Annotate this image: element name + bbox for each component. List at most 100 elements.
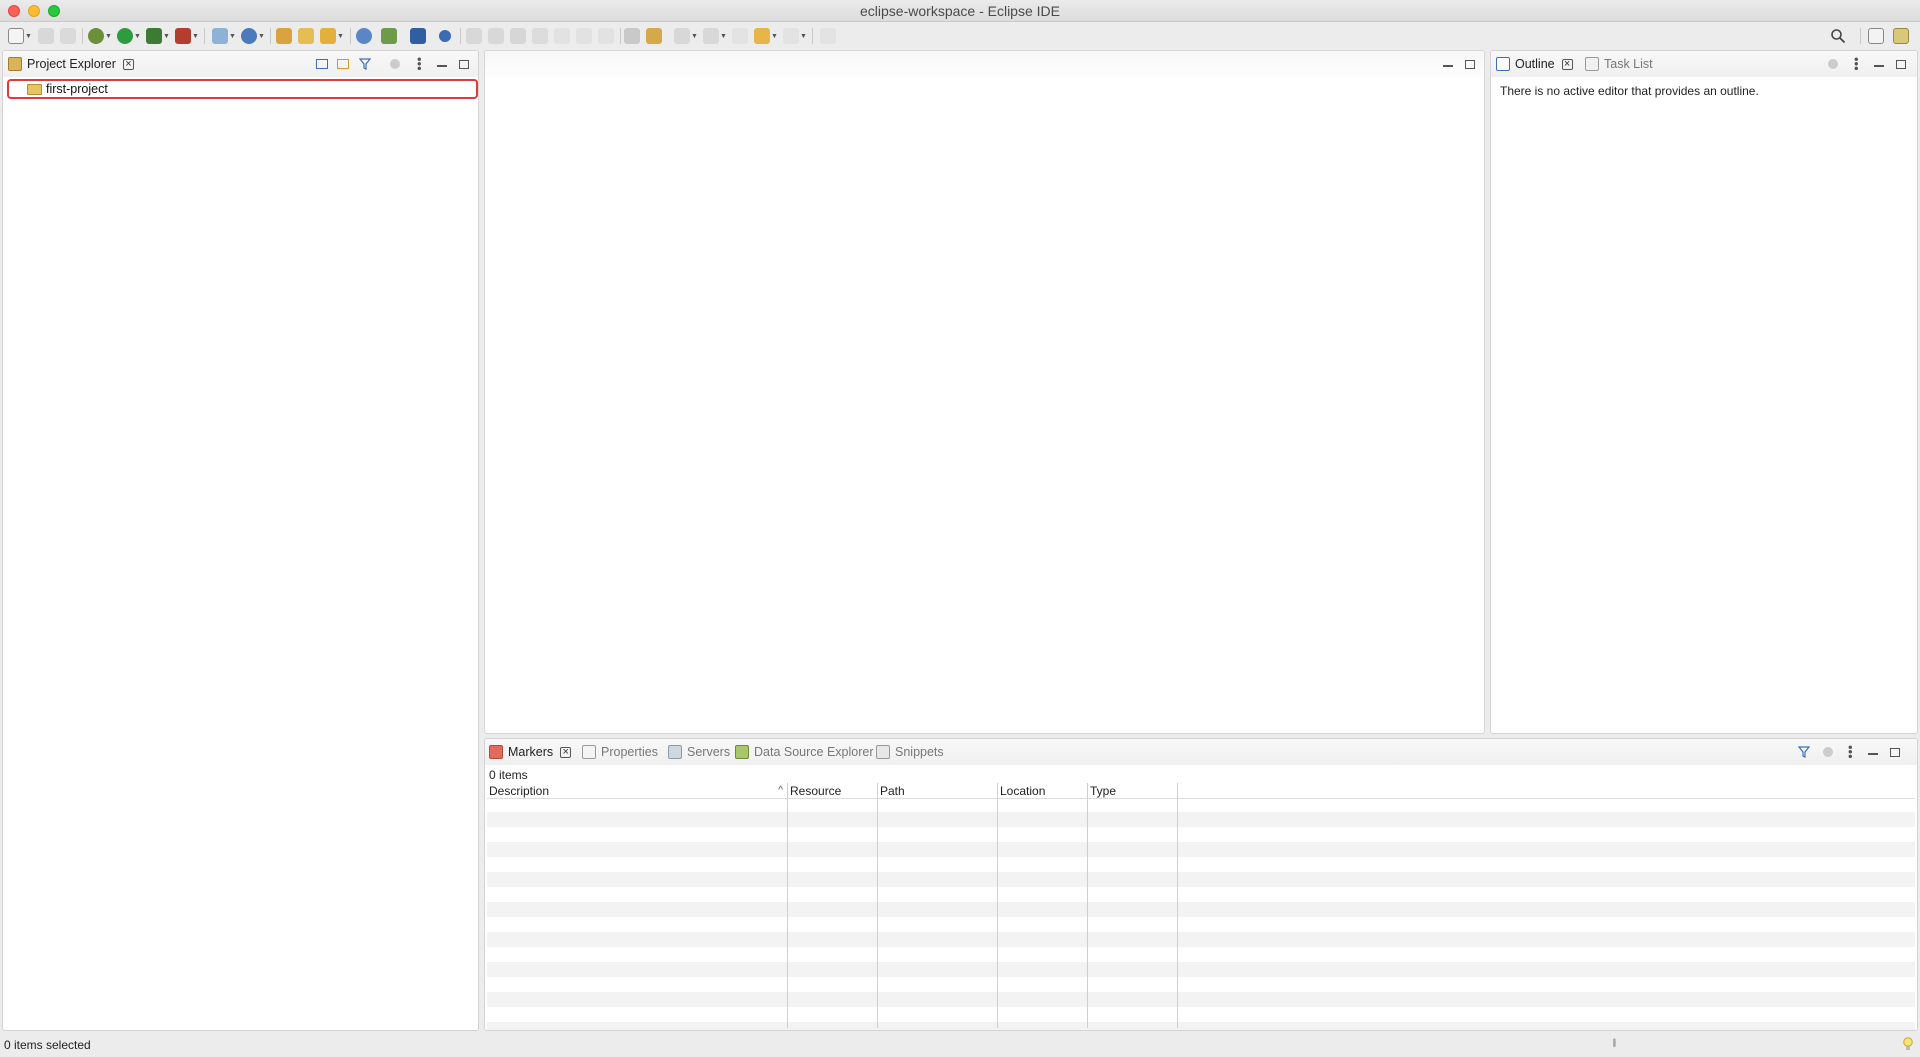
close-tab-icon[interactable]: × [122,58,134,70]
minimize-editor-icon[interactable] [1441,57,1455,71]
editor-header [485,51,1484,77]
terminate-button[interactable] [510,27,526,45]
coverage-icon [146,28,162,44]
open-perspective-button[interactable] [1868,27,1884,45]
column-label: Resource [790,784,842,798]
tab-servers[interactable]: Servers [668,739,730,765]
task-list-icon [1585,57,1599,71]
back-button[interactable]: ▼ [754,27,778,45]
view-menu-icon[interactable]: ••• [1849,57,1864,71]
search-menu-button[interactable]: ▼ [320,27,344,45]
column-path[interactable]: Path [878,783,997,799]
new-server-button[interactable]: ▼ [241,27,265,45]
open-type-icon [276,28,292,44]
focus-task-icon[interactable] [1821,745,1835,759]
outline-header: Outline × Task List ••• [1491,51,1917,77]
focus-task-icon[interactable] [388,57,402,71]
toolbar-separator [460,28,461,44]
search-toolbar-button[interactable] [1830,27,1846,45]
maximize-view-icon[interactable] [1894,57,1908,71]
close-tab-icon[interactable]: × [1561,58,1573,70]
markers-items-count: 0 items [489,768,528,782]
close-tab-icon[interactable]: × [560,746,572,758]
next-annotation-icon [674,28,690,44]
tab-snippets[interactable]: Snippets [876,739,944,765]
pin-editor-button[interactable] [820,27,836,45]
minimize-view-icon[interactable] [435,57,449,71]
filter-icon[interactable] [1797,745,1811,759]
forward-arrow-icon [783,28,799,44]
view-menu-icon[interactable]: ••• [1843,745,1858,759]
save-all-button[interactable] [60,27,76,45]
focus-task-icon[interactable] [1826,57,1840,71]
table-row [487,872,1915,887]
deploy-button[interactable] [381,27,397,45]
column-type[interactable]: Type [1088,783,1177,799]
markers-icon [489,745,503,759]
new-file-icon [8,28,24,44]
tree-item-first-project[interactable]: first-project [7,79,478,99]
tab-label: Outline [1515,57,1555,71]
column-description[interactable]: Description ^ [487,783,787,799]
column-location[interactable]: Location [998,783,1087,799]
external-tools-button[interactable]: ▼ [175,27,199,45]
run-button[interactable]: ▼ [117,27,141,45]
column-label: Type [1090,784,1117,798]
flashlight-icon [320,28,336,44]
tab-label: Snippets [895,745,944,759]
new-java-project-button[interactable]: ▼ [212,27,236,45]
debug-button[interactable]: ▼ [88,27,112,45]
toolbar-separator [82,28,83,44]
collapse-all-icon[interactable] [315,57,329,71]
open-type-button[interactable] [276,27,292,45]
minimize-view-icon[interactable] [1866,745,1880,759]
last-edit-location-button[interactable] [732,27,748,45]
table-row [487,842,1915,857]
lightbulb-icon[interactable] [1902,1037,1914,1052]
web-browser-button[interactable] [356,27,372,45]
show-whitespace-button[interactable] [646,27,662,45]
maximize-view-icon[interactable] [457,57,471,71]
toggle-mark-occurrences-button[interactable] [624,27,640,45]
maximize-view-icon[interactable] [1888,745,1902,759]
server-icon [241,28,257,44]
disconnect-button[interactable] [532,27,548,45]
terminal-button[interactable] [410,27,426,45]
main-toolbar: ▼ ▼ ▼ ▼ ▼ ▼ ▼ ▼ ▼ ▼ ▼ ▼ [0,22,1920,50]
previous-annotation-button[interactable]: ▼ [703,27,727,45]
save-button[interactable] [38,27,54,45]
step-return-button[interactable] [598,27,614,45]
markers-table-header: Description ^ Resource Path Location Typ… [487,783,1915,799]
open-task-button[interactable] [298,27,314,45]
disconnect-icon [532,28,548,44]
project-explorer-panel: Project Explorer × ••• first-project [2,50,479,1031]
step-over-icon [576,28,592,44]
tab-outline[interactable]: Outline × [1496,51,1573,77]
new-wizard-button[interactable]: ▼ [8,27,32,45]
coverage-button[interactable]: ▼ [146,27,170,45]
minimize-view-icon[interactable] [1872,57,1886,71]
tab-project-explorer[interactable]: Project Explorer × [8,51,134,77]
tab-markers[interactable]: Markers × [489,739,572,765]
column-divider [997,783,998,1028]
resume-button[interactable] [466,27,482,45]
column-resource[interactable]: Resource [788,783,877,799]
java-ee-perspective-button[interactable] [1893,27,1909,45]
skip-breakpoints-button[interactable] [437,27,453,45]
filter-icon[interactable] [358,57,372,71]
step-over-button[interactable] [576,27,592,45]
maximize-editor-icon[interactable] [1463,57,1477,71]
outline-message: There is no active editor that provides … [1500,84,1759,98]
suspend-button[interactable] [488,27,504,45]
next-annotation-button[interactable]: ▼ [674,27,698,45]
step-into-button[interactable] [554,27,570,45]
tab-task-list[interactable]: Task List [1585,51,1653,77]
link-with-editor-icon[interactable] [336,57,350,71]
mark-occurrences-icon [624,28,640,44]
save-icon [38,28,54,44]
tab-data-source-explorer[interactable]: Data Source Explorer [735,739,874,765]
view-menu-icon[interactable]: ••• [412,57,427,71]
bottom-panel: Markers × Properties Servers Data Source… [484,738,1918,1031]
tab-properties[interactable]: Properties [582,739,658,765]
forward-button[interactable]: ▼ [783,27,807,45]
